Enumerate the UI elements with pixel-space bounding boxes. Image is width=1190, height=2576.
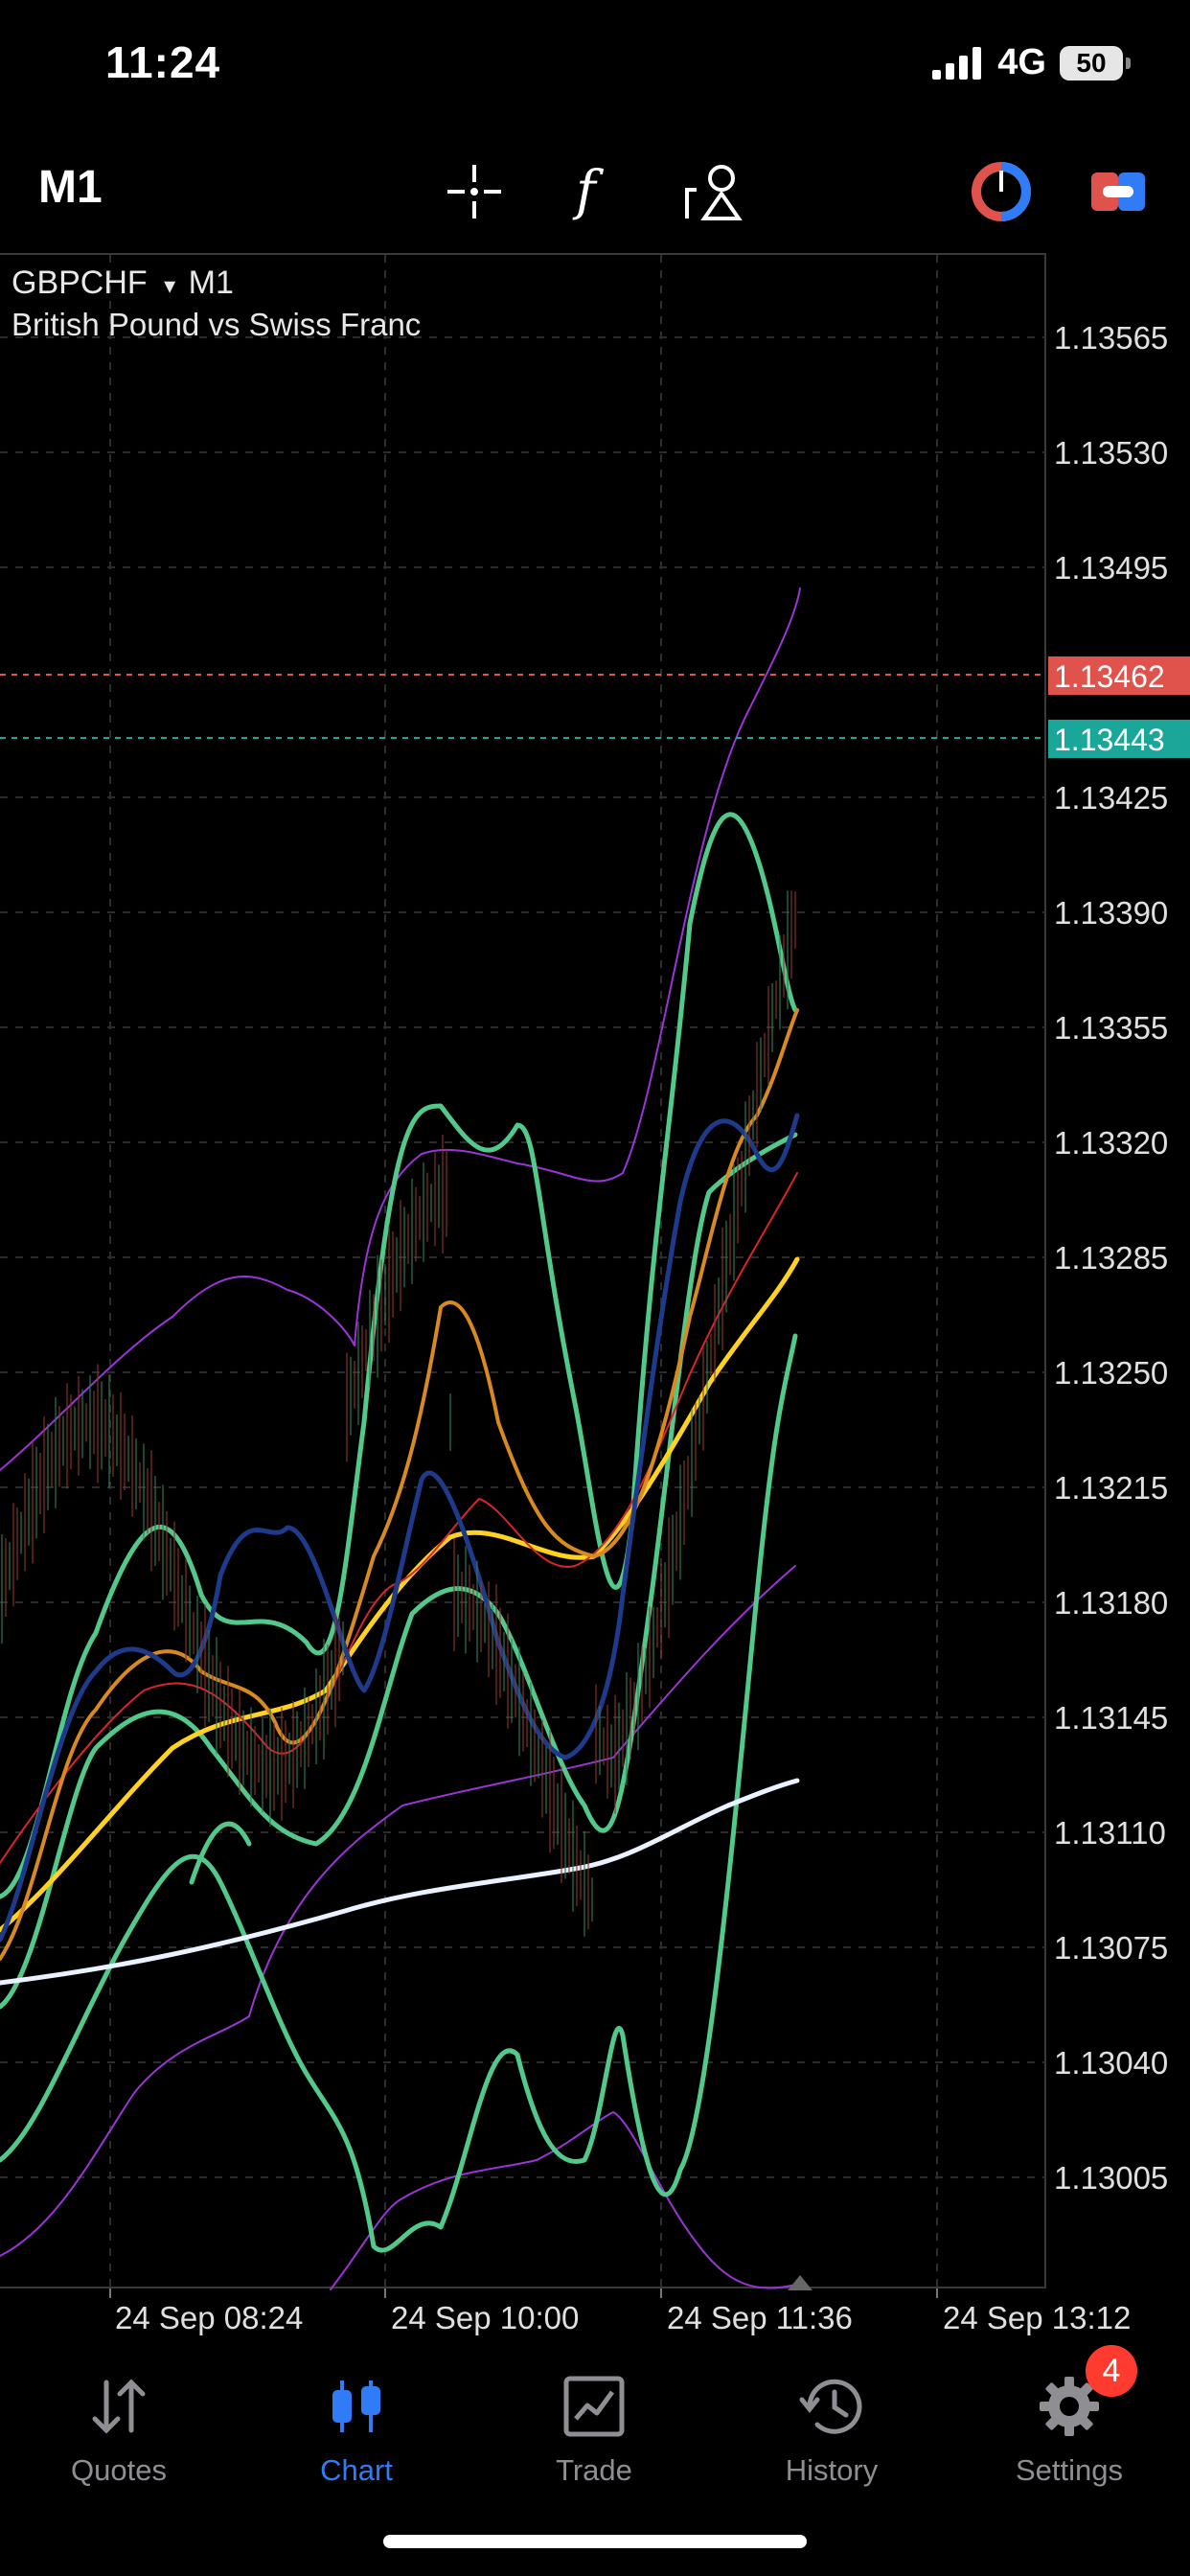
price-axis: 1.13565 1.13530 1.13495 1.13425 1.13390 1.133…: [1054, 320, 1168, 2196]
price-label: 1.13530: [1054, 435, 1168, 471]
tab-chart[interactable]: Chart: [238, 2338, 475, 2488]
price-label: 1.13005: [1054, 2160, 1168, 2196]
timeframe-button[interactable]: M1: [38, 161, 103, 214]
function-icon[interactable]: f: [560, 161, 627, 222]
shift-marker-icon: [788, 2275, 812, 2290]
status-time: 11:24: [105, 37, 221, 87]
network-type: 4G: [997, 42, 1046, 82]
bid-price-label: 1.13443: [1054, 723, 1165, 757]
quotes-icon: [92, 2379, 146, 2434]
ma-orange-line: [0, 1008, 799, 1961]
price-label: 1.13180: [1054, 1585, 1168, 1621]
tab-settings-label: Settings: [1015, 2453, 1123, 2487]
settings-badge: 4: [1086, 2345, 1137, 2397]
envelope-lower-line-2: [0, 1565, 796, 2257]
price-label: 1.13285: [1054, 1240, 1168, 1276]
price-label: 1.13215: [1054, 1470, 1168, 1506]
band-upper-line: [0, 812, 798, 1899]
price-chart[interactable]: 1.13565 1.13530 1.13495 1.13425 1.13390 1.133…: [0, 253, 1190, 2338]
price-label: 1.13425: [1054, 780, 1168, 816]
price-label: 1.13145: [1054, 1700, 1168, 1736]
ma-blue-line: [0, 1113, 800, 1943]
one-click-trading-icon[interactable]: [968, 161, 1035, 222]
price-label: 1.13075: [1054, 1930, 1168, 1966]
battery-icon: 50: [1060, 45, 1131, 80]
tab-settings[interactable]: Settings: [950, 2338, 1188, 2488]
band-lower-line: [0, 1333, 798, 2253]
status-indicators: 4G 50: [932, 42, 1131, 83]
price-label: 1.13040: [1054, 2045, 1168, 2081]
signal-icon: [932, 46, 982, 80]
tab-trade-label: Trade: [556, 2453, 632, 2487]
time-label: 24 Sep 13:12: [943, 2300, 1131, 2335]
tab-quotes-label: Quotes: [71, 2453, 167, 2487]
chevron-down-icon: ▾: [164, 273, 176, 299]
home-indicator: [383, 2535, 807, 2548]
tab-trade[interactable]: Trade: [475, 2338, 713, 2488]
price-label: 1.13495: [1054, 550, 1168, 586]
tab-history-label: History: [785, 2453, 879, 2487]
tab-chart-label: Chart: [320, 2453, 393, 2487]
symbol-name: GBPCHF: [11, 264, 148, 301]
price-label: 1.13390: [1054, 895, 1168, 931]
symbol-header[interactable]: GBPCHF ▾ M1: [11, 264, 234, 302]
ask-price-label: 1.13462: [1054, 659, 1165, 694]
price-label: 1.13565: [1054, 320, 1168, 356]
time-label: 24 Sep 10:00: [391, 2300, 579, 2335]
envelope-lower-line: [330, 2111, 796, 2290]
chart-grid: [0, 255, 1046, 2288]
tab-history[interactable]: History: [713, 2338, 950, 2488]
symbol-description: British Pound vs Swiss Franc: [11, 307, 422, 342]
symbol-period: M1: [188, 264, 234, 301]
price-label: 1.13355: [1054, 1010, 1168, 1046]
time-label: 24 Sep 11:36: [667, 2300, 853, 2335]
price-label: 1.13320: [1054, 1125, 1168, 1161]
time-label: 24 Sep 08:24: [115, 2300, 303, 2335]
objects-icon[interactable]: [680, 161, 747, 222]
crosshair-icon[interactable]: [441, 161, 508, 222]
history-icon: [799, 2379, 862, 2434]
svg-text:f: f: [572, 161, 605, 222]
price-label: 1.13110: [1054, 1815, 1166, 1851]
account-icon[interactable]: [1085, 161, 1152, 222]
trade-icon: [563, 2376, 625, 2437]
chart-icon: [332, 2380, 380, 2432]
ma-red-line: [0, 1172, 798, 1864]
price-label: 1.13250: [1054, 1355, 1168, 1391]
time-axis: 24 Sep 08:24 24 Sep 10:00 24 Sep 11:36 24 S…: [109, 2288, 1131, 2335]
tab-quotes[interactable]: Quotes: [0, 2338, 238, 2488]
